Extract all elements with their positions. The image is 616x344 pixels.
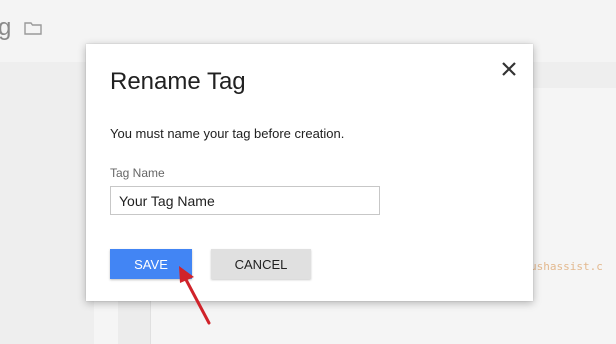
tag-name-input[interactable] — [110, 186, 380, 215]
close-icon[interactable] — [498, 58, 520, 80]
rename-tag-dialog: Rename Tag You must name your tag before… — [86, 44, 533, 301]
page-title-fragment: g — [0, 14, 12, 41]
cancel-button[interactable]: CANCEL — [211, 249, 311, 279]
background-code-gutter — [118, 300, 151, 344]
dialog-description: You must name your tag before creation. — [110, 126, 345, 141]
dialog-title: Rename Tag — [110, 68, 246, 95]
background-code-snippet: ushassist.c — [530, 260, 603, 273]
arrow-icon — [179, 266, 211, 325]
tag-name-label: Tag Name — [110, 166, 165, 180]
folder-icon[interactable] — [24, 21, 42, 35]
